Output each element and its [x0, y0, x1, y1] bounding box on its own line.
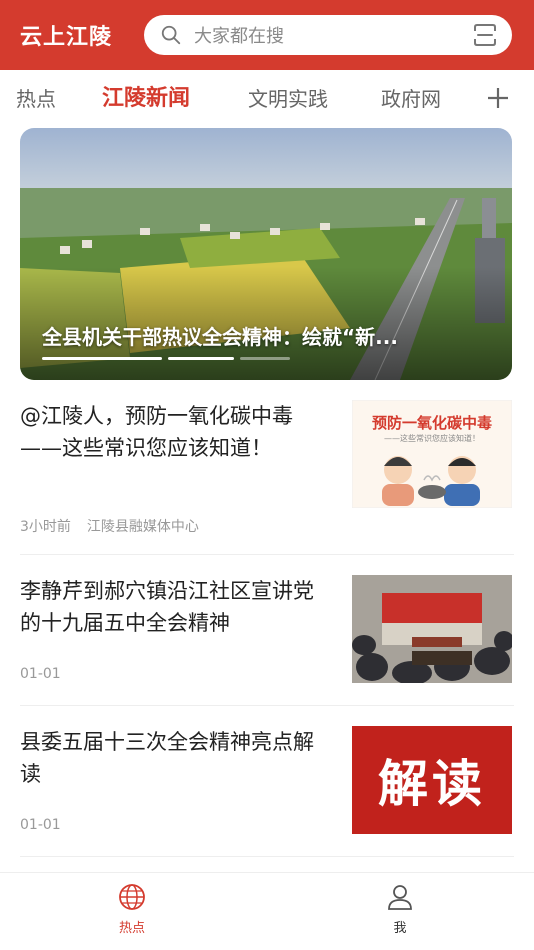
app-header: 云上江陵 大家都在搜 [0, 0, 534, 70]
nav-me[interactable]: 我 [360, 883, 440, 936]
bottom-nav: 热点 我 [0, 872, 534, 950]
search-icon [161, 25, 181, 45]
carousel-dot [42, 357, 162, 360]
thumb-title: 预防一氧化碳中毒 [371, 414, 492, 432]
news-title: 县委五届十三次全会精神亮点解读 [20, 730, 314, 786]
news-time: 01-01 [20, 666, 61, 682]
tab-jiangling-news[interactable]: 江陵新闻 [102, 70, 190, 128]
user-icon [388, 885, 412, 910]
news-thumbnail [352, 575, 512, 683]
carousel-dot [240, 357, 290, 360]
nav-hot[interactable]: 热点 [92, 883, 172, 936]
search-bar[interactable]: 大家都在搜 [144, 15, 512, 55]
headline-banner[interactable]: 全县机关干部热议全会精神：绘就“新... [20, 128, 512, 380]
divider [20, 856, 514, 857]
divider [20, 705, 514, 706]
news-title: @江陵人，预防一氧化碳中毒——这些常识您应该知道！ [20, 404, 293, 460]
thumb-subtitle: ——这些常识您应该知道！ [384, 434, 480, 443]
globe-icon [119, 884, 145, 910]
news-thumbnail: 解读 [352, 726, 512, 834]
add-channel-icon[interactable] [486, 86, 510, 110]
news-meta: 3小时前 江陵县融媒体中心 [20, 516, 199, 536]
banner-title: 全县机关干部热议全会精神：绘就“新... [42, 325, 398, 349]
app-title: 云上江陵 [20, 25, 113, 50]
divider [20, 554, 514, 555]
news-thumbnail: 预防一氧化碳中毒 ——这些常识您应该知道！ [352, 400, 512, 508]
news-title: 李静芹到郝穴镇沿江社区宣讲党的十九届五中全会精神 [20, 579, 314, 635]
news-time: 01-01 [20, 817, 61, 833]
nav-hot-label: 热点 [118, 921, 145, 936]
news-item[interactable]: 李静芹到郝穴镇沿江社区宣讲党的十九届五中全会精神 01-01 [20, 575, 512, 685]
search-placeholder: 大家都在搜 [194, 26, 284, 47]
thumb-title: 解读 [378, 755, 486, 813]
news-time: 3小时前 [20, 519, 71, 535]
nav-me-label: 我 [393, 921, 407, 936]
news-meta: 01-01 [20, 817, 61, 833]
tab-civilization-practice[interactable]: 文明实践 [248, 70, 328, 128]
tab-government-site[interactable]: 政府网 [381, 70, 441, 128]
news-item[interactable]: @江陵人，预防一氧化碳中毒——这些常识您应该知道！ 3小时前 江陵县融媒体中心 预… [20, 398, 512, 538]
news-source: 江陵县融媒体中心 [86, 519, 199, 535]
tab-hot[interactable]: 热点 [16, 70, 56, 128]
carousel-indicator [42, 357, 290, 360]
news-meta: 01-01 [20, 666, 61, 682]
scan-icon[interactable] [472, 22, 498, 48]
carousel-dot [168, 357, 234, 360]
news-item[interactable]: 县委五届十三次全会精神亮点解读 01-01 解读 [20, 726, 512, 836]
channel-tabs: 热点 江陵新闻 文明实践 政府网 [0, 70, 534, 128]
